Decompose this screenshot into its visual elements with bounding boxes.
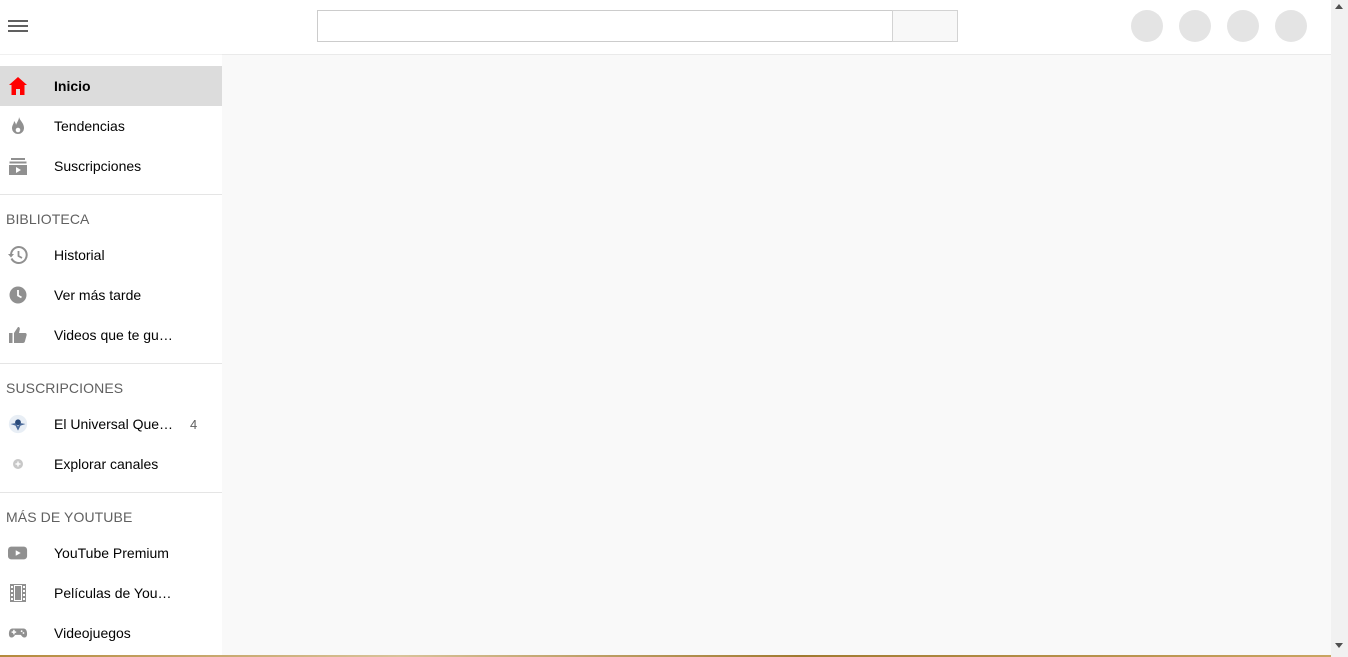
section-title-mas-de-youtube: MÁS DE YOUTUBE <box>6 509 133 525</box>
sidebar-item-label: Inicio <box>54 78 91 94</box>
subscriptions-icon <box>8 156 28 176</box>
sidebar-item-peliculas[interactable]: Películas de YouT… <box>0 573 222 613</box>
channel-avatar <box>8 414 28 434</box>
sidebar-item-explorar-canales[interactable]: Explorar canales <box>0 444 222 484</box>
apps-icon[interactable] <box>1179 10 1211 42</box>
add-circle-icon <box>8 454 28 474</box>
scroll-up-arrow-icon[interactable] <box>1335 4 1343 9</box>
section-title-suscripciones: SUSCRIPCIONES <box>6 380 124 396</box>
sidebar-item-videojuegos[interactable]: Videojuegos <box>0 613 222 653</box>
new-videos-count: 4 <box>190 416 198 432</box>
flame-icon <box>8 116 28 136</box>
sidebar-item-historial[interactable]: Historial <box>0 235 222 275</box>
divider <box>0 492 222 493</box>
sidebar-item-youtube-premium[interactable]: YouTube Premium <box>0 533 222 573</box>
sidebar-item-ver-mas-tarde[interactable]: Ver más tarde <box>0 275 222 315</box>
sidebar-item-videos-que-te-gustan[interactable]: Videos que te gu… <box>0 315 222 355</box>
sidebar-item-label: Videos que te gu… <box>54 327 173 343</box>
scroll-down-arrow-icon[interactable] <box>1335 643 1343 648</box>
page-scrollbar[interactable] <box>1331 0 1348 657</box>
sidebar-item-suscripciones[interactable]: Suscripciones <box>0 146 222 186</box>
sidebar-item-tendencias[interactable]: Tendencias <box>0 106 222 146</box>
divider <box>0 194 222 195</box>
home-icon <box>8 76 28 96</box>
sidebar-item-label: Ver más tarde <box>54 287 142 303</box>
sidebar-item-el-universal[interactable]: El Universal Que… 4 <box>0 404 222 444</box>
divider <box>0 363 222 364</box>
sidebar: Inicio Tendencias Suscripciones BIBLIOTE… <box>0 54 222 657</box>
main-content <box>222 54 1331 657</box>
masthead <box>0 0 1331 54</box>
sidebar-item-inicio[interactable]: Inicio <box>0 66 222 106</box>
sidebar-item-label: Suscripciones <box>54 158 142 174</box>
search-field-wrapper <box>317 10 893 42</box>
thumbs-up-icon <box>8 325 28 345</box>
film-icon <box>8 583 28 603</box>
section-title-biblioteca: BIBLIOTECA <box>6 211 90 227</box>
search-input[interactable] <box>318 11 892 41</box>
sidebar-item-label: Historial <box>54 247 105 263</box>
sidebar-item-label: Películas de YouT… <box>54 585 176 601</box>
history-icon <box>8 245 28 265</box>
sidebar-item-label: Tendencias <box>54 118 125 134</box>
hamburger-menu-icon[interactable] <box>8 16 28 36</box>
youtube-icon <box>8 543 28 563</box>
create-video-icon[interactable] <box>1131 10 1163 42</box>
gamepad-icon <box>8 623 28 643</box>
avatar[interactable] <box>1275 10 1307 42</box>
sidebar-item-label: YouTube Premium <box>54 545 169 561</box>
sidebar-item-label: Explorar canales <box>54 456 159 472</box>
clock-icon <box>8 285 28 305</box>
search-button[interactable] <box>892 10 958 42</box>
sidebar-item-label: El Universal Que… <box>54 416 174 432</box>
notifications-icon[interactable] <box>1227 10 1259 42</box>
sidebar-item-label: Videojuegos <box>54 625 131 641</box>
